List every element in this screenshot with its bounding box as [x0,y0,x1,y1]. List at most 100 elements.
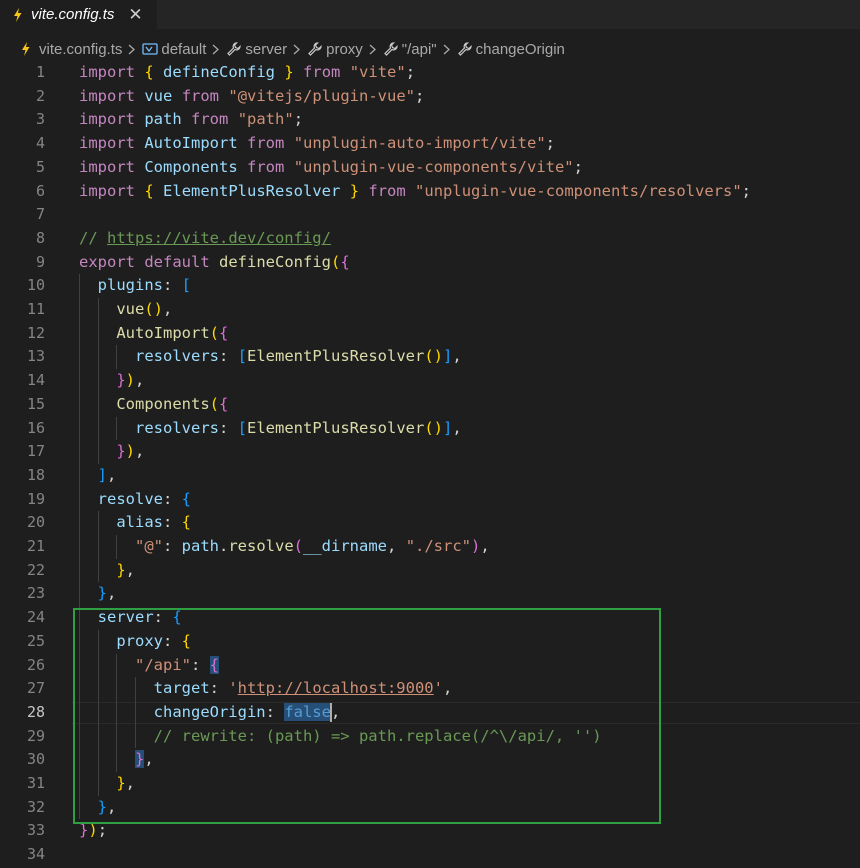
code-line[interactable]: 3 import path from "path"; [0,108,860,132]
code-token: from [303,63,341,81]
code-token: "unplugin-vue-components/resolvers" [415,181,742,200]
wrench-icon [226,41,242,57]
code-token: } [284,63,294,81]
code-line[interactable]: 9 export default defineConfig({ [0,251,860,275]
code-token: () [424,418,443,437]
code-token: , [125,560,136,579]
code-text: vue(), [79,298,172,322]
tab-label: vite.config.ts [31,6,115,23]
code-token: ElementPlusResolver [247,418,425,437]
code-token: } [116,442,126,461]
code-line[interactable]: 23 }, [0,582,860,606]
code-token: [ [237,347,248,366]
code-text: plugins: [ [79,274,191,298]
line-number: 32 [26,797,45,816]
code-line[interactable]: 14 }), [0,369,860,393]
code-token: ) [88,821,98,840]
code-token: alias [116,513,163,532]
breadcrumb-item-changeorigin[interactable]: changeOrigin [457,41,565,58]
code-token: "vite" [349,63,406,81]
code-line[interactable]: 16 resolvers: [ElementPlusResolver()], [0,417,860,441]
code-token: Components [144,157,238,176]
tab-bar: vite.config.ts ✕ [0,0,860,29]
code-token: __dirname [303,537,388,555]
code-line[interactable]: 19 resolve: { [0,488,860,512]
line-number: 17 [26,442,45,461]
line-number: 8 [35,228,45,247]
code-text: ], [79,464,117,488]
code-line[interactable]: 22 }, [0,559,860,583]
code-line[interactable]: 11 vue(), [0,298,860,322]
code-line[interactable]: 7 [0,203,860,227]
code-text: "@": path.resolve(__dirname, "./src"), [79,535,490,559]
breadcrumb-item-proxy[interactable]: proxy [307,41,363,58]
code-token: defineConfig [219,252,331,271]
code-line[interactable]: 8 // https://vite.dev/config/ [0,227,860,251]
line-number: 27 [26,679,45,698]
breadcrumb-file[interactable]: vite.config.ts [21,41,122,58]
code-token: ; [293,110,304,129]
code-line[interactable]: 10 plugins: [ [0,274,860,298]
code-text: AutoImport({ [79,322,228,346]
breadcrumb-item-server[interactable]: server [226,41,287,58]
code-token: ElementPlusResolver [163,181,341,200]
code-token: ( [293,537,304,555]
code-token: import [79,134,135,153]
code-line[interactable]: 34 [0,843,860,867]
highlight-box-server-config [73,608,661,824]
breadcrumb-item-label: server [245,40,288,58]
vite-lightning-icon [13,7,23,22]
code-line[interactable]: 13 resolvers: [ElementPlusResolver()], [0,345,860,369]
code-token: resolvers [135,347,219,366]
code-line[interactable]: 5 import Components from "unplugin-vue-co… [0,156,860,180]
code-token: : [163,537,182,555]
code-token: from [191,110,229,129]
code-line[interactable]: 6 import { ElementPlusResolver } from "un… [0,180,860,204]
tab-vite-config[interactable]: vite.config.ts ✕ [0,0,157,29]
code-text: alias: { [79,511,191,535]
vite-lightning-icon [21,42,30,56]
breadcrumb-item-api[interactable]: "/api" [383,41,437,58]
code-token: [ [237,418,248,437]
code-token: defineConfig [163,63,276,81]
code-token: // [79,228,107,247]
close-icon[interactable]: ✕ [128,5,142,25]
code-line[interactable]: 18 ], [0,464,860,488]
code-line[interactable]: 20 alias: { [0,511,860,535]
code-token: ; [573,157,583,176]
code-line[interactable]: 15 Components({ [0,393,860,417]
code-line[interactable]: 17 }), [0,440,860,464]
code-token: ; [405,63,416,81]
breadcrumb-item-default[interactable]: default [142,41,206,58]
line-number: 15 [26,394,45,413]
line-number: 30 [26,750,45,769]
code-line[interactable]: 2 import vue from "@vitejs/plugin-vue"; [0,85,860,109]
line-number: 9 [35,252,45,271]
code-line[interactable]: 4 import AutoImport from "unplugin-auto-i… [0,132,860,156]
code-token: ] [443,347,453,366]
breadcrumb-item-label: proxy [326,40,363,58]
line-number: 18 [26,465,45,484]
indent-guide [116,345,118,370]
code-line[interactable]: 21 "@": path.resolve(__dirname, "./src")… [0,535,860,559]
code-text: import path from "path"; [79,108,303,132]
indent-guide [116,535,118,559]
code-token: ; [741,181,752,200]
code-token: } [116,560,126,579]
code-token: , [135,442,145,461]
code-token: , [480,537,490,555]
code-text: import Components from "unplugin-vue-com… [79,156,583,180]
code-line[interactable]: 1 import { defineConfig } from "vite"; [0,61,860,85]
code-token: from [368,181,406,200]
line-number: 25 [26,631,45,650]
code-token: path [181,537,219,555]
code-line[interactable]: 12 AutoImport({ [0,322,860,346]
code-text: import { defineConfig } from "vite"; [79,61,415,85]
